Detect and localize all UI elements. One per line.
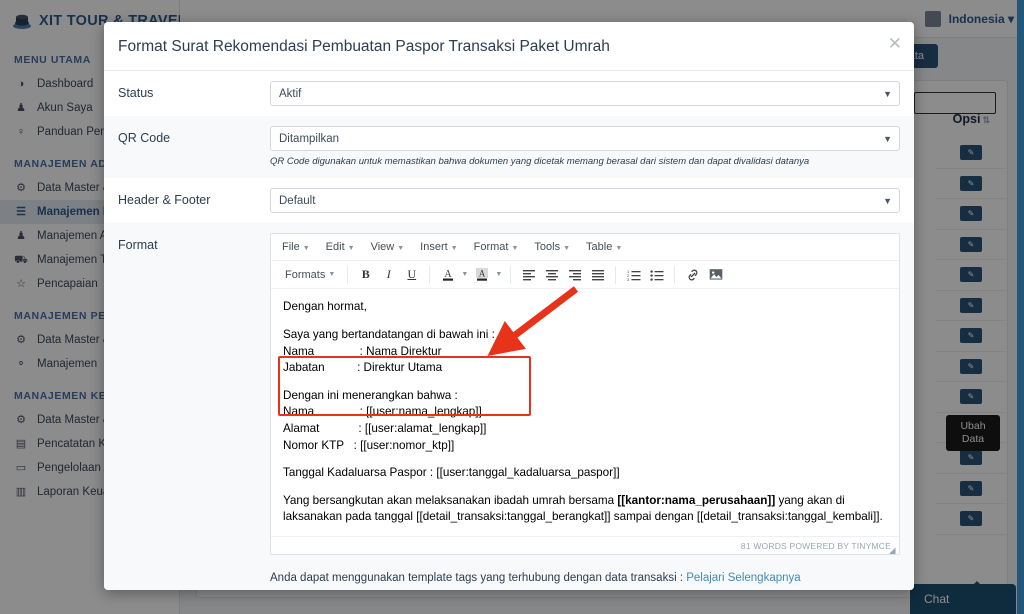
text-color-icon[interactable]: A: [436, 264, 459, 285]
template-tags-hint-text: Anda dapat menggunakan template tags yan…: [270, 572, 687, 585]
editor-menu-label: Edit: [325, 241, 345, 254]
field-row-format: Format File ▼ Edit ▼ View ▼ Insert ▼ Format ▼ Tool…: [104, 223, 914, 566]
bullet-list-icon[interactable]: [645, 264, 668, 285]
editor-menu-format[interactable]: Format ▼: [467, 238, 526, 256]
background-color-caret-icon[interactable]: ▼: [493, 264, 504, 285]
toolbar-divider: [615, 265, 617, 284]
text-color-caret-icon[interactable]: ▼: [459, 264, 470, 285]
editor-menu-table[interactable]: Table ▼: [579, 238, 629, 256]
header-footer-label: Header & Footer: [118, 193, 211, 208]
field-row-status: Status Aktif ▼: [104, 71, 914, 116]
tinymce-editor: File ▼ Edit ▼ View ▼ Insert ▼ Format ▼ Tools ▼ Table…: [270, 233, 900, 556]
status-select[interactable]: Aktif: [270, 81, 900, 106]
svg-text:A: A: [444, 269, 452, 280]
align-right-icon[interactable]: [563, 264, 586, 285]
editor-paragraph: Dengan ini menerangkan bahwa : Nama : [[…: [283, 388, 487, 452]
field-row-header-footer: Header & Footer Default ▼: [104, 178, 914, 223]
editor-status-bar: 81 WORDS POWERED BY TINYMCE ◢: [271, 536, 899, 554]
underline-icon[interactable]: U: [400, 264, 423, 285]
editor-menu-label: Table: [586, 241, 613, 254]
format-label: Format: [118, 238, 158, 253]
qr-code-label: QR Code: [118, 131, 171, 145]
editor-text-before: Yang bersangkutan akan melaksanakan ibad…: [283, 493, 618, 507]
header-footer-select[interactable]: Default: [270, 188, 900, 214]
editor-menu-insert[interactable]: Insert ▼: [413, 238, 464, 256]
field-row-qr-code: QR Code Ditampilkan ▼ QR Code digunakan …: [104, 116, 914, 179]
editor-menu-label: Tools: [534, 241, 561, 254]
svg-text:3: 3: [627, 277, 630, 281]
caret-down-icon: ▼: [328, 271, 336, 279]
svg-text:A: A: [479, 269, 486, 279]
caret-down-icon: ▼: [450, 245, 458, 253]
modal-title: Format Surat Rekomendasi Pembuatan Paspo…: [118, 38, 610, 55]
template-tags-hint: Anda dapat menggunakan template tags yan…: [104, 565, 914, 590]
caret-down-icon: ▼: [563, 245, 571, 253]
editor-toolbar: Formats ▼ B I U A ▼ A ▼ 1 2 3: [271, 261, 899, 290]
caret-down-icon: ▼: [302, 245, 310, 253]
close-icon[interactable]: ✕: [888, 35, 902, 52]
caret-down-icon: ▼: [397, 245, 405, 253]
editor-menu-file[interactable]: File ▼: [275, 238, 317, 256]
editor-menubar: File ▼ Edit ▼ View ▼ Insert ▼ Format ▼ Tools ▼ Table…: [271, 234, 899, 262]
toolbar-divider: [347, 265, 349, 284]
modal-body: Status Aktif ▼ QR Code Ditampilkan ▼ QR …: [104, 71, 914, 590]
editor-content-area[interactable]: Dengan hormat, Saya yang bertandatangan d…: [271, 289, 899, 536]
link-icon[interactable]: [681, 264, 704, 285]
modal-header: Format Surat Rekomendasi Pembuatan Paspo…: [104, 22, 914, 71]
editor-menu-edit[interactable]: Edit ▼: [319, 238, 362, 256]
toolbar-divider: [429, 265, 431, 284]
qr-code-help-text: QR Code digunakan untuk memastikan bahwa…: [270, 156, 810, 167]
bold-icon[interactable]: B: [354, 264, 377, 285]
qr-code-select[interactable]: Ditampilkan: [270, 126, 900, 151]
status-label: Status: [118, 86, 154, 100]
editor-menu-view[interactable]: View ▼: [364, 238, 412, 256]
caret-down-icon: ▼: [511, 245, 519, 253]
editor-paragraph: Saya yang bertandatangan di bawah ini : …: [283, 327, 495, 375]
pelajari-selengkapnya-link[interactable]: Pelajari Selengkapnya: [686, 572, 800, 584]
align-center-icon[interactable]: [540, 264, 563, 285]
screen: XIT TOUR & TRAVEL MENU UTAMA ◑ Dashboard ♟ A…: [0, 0, 1024, 614]
caret-down-icon: ▼: [347, 245, 355, 253]
numbered-list-icon[interactable]: 123: [622, 264, 645, 285]
align-justify-icon[interactable]: [586, 264, 609, 285]
resize-grip-icon[interactable]: ◢: [889, 545, 897, 554]
formats-dropdown[interactable]: Formats ▼: [279, 264, 341, 285]
formats-label: Formats: [285, 268, 326, 281]
editor-paragraph: Yang bersangkutan akan melaksanakan ibad…: [283, 493, 887, 526]
editor-menu-label: View: [370, 241, 395, 254]
format-surat-modal: Format Surat Rekomendasi Pembuatan Paspo…: [104, 22, 914, 590]
image-icon[interactable]: [704, 264, 727, 285]
italic-icon[interactable]: I: [377, 264, 400, 285]
editor-word-count: 81 WORDS POWERED BY TINYMCE: [740, 540, 891, 551]
background-color-icon[interactable]: A: [470, 264, 493, 285]
toolbar-divider: [674, 265, 676, 284]
editor-paragraph: Dengan hormat,: [283, 300, 367, 314]
editor-menu-tools[interactable]: Tools ▼: [527, 238, 577, 256]
editor-menu-label: Insert: [420, 241, 448, 254]
editor-paragraph: Tanggal Kadaluarsa Paspor : [[user:tangg…: [283, 466, 620, 480]
editor-menu-label: File: [282, 241, 300, 254]
editor-menu-label: Format: [473, 241, 509, 254]
caret-down-icon: ▼: [615, 245, 623, 253]
align-left-icon[interactable]: [517, 264, 540, 285]
editor-bold-tag: [[kantor:nama_perusahaan]]: [617, 493, 776, 507]
toolbar-divider: [510, 265, 512, 284]
